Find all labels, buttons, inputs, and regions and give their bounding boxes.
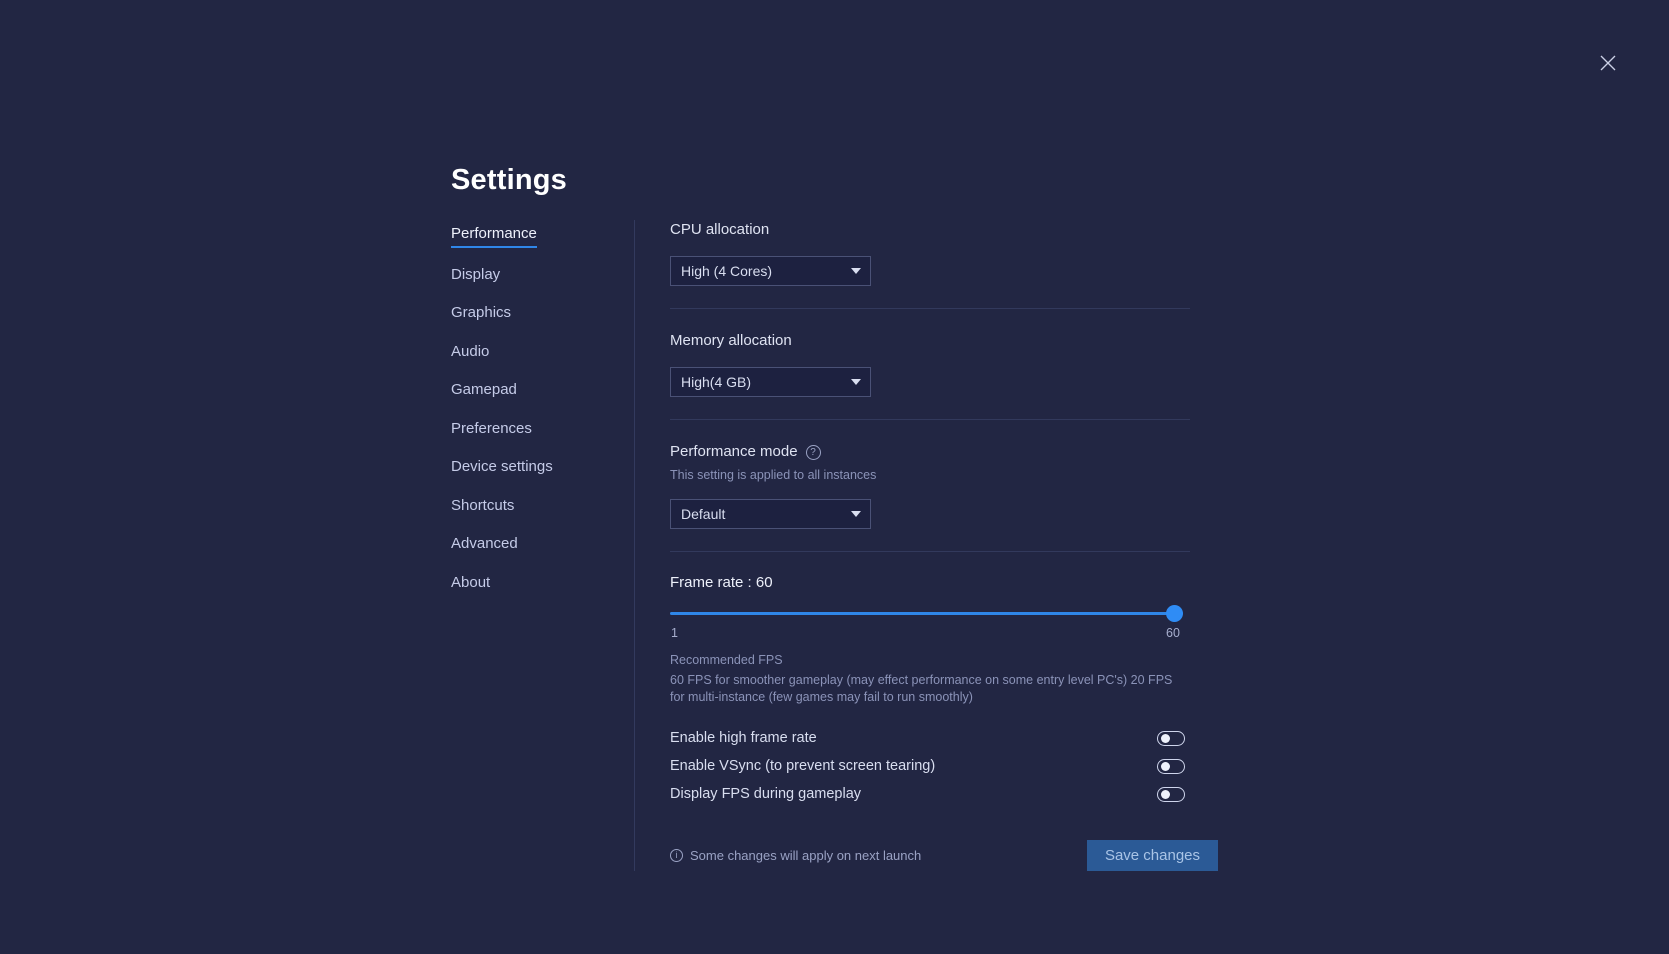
sidebar-item-device-settings[interactable]: Device settings	[451, 457, 553, 479]
sidebar-item-advanced[interactable]: Advanced	[451, 534, 518, 556]
settings-content: CPU allocation High (4 Cores) Memory all…	[635, 220, 1251, 871]
chevron-down-icon	[851, 379, 861, 385]
settings-body: Performance Display Graphics Audio Gamep…	[451, 220, 1251, 871]
memory-allocation-label: Memory allocation	[670, 332, 792, 349]
toggle-row-high-frame-rate: Enable high frame rate	[670, 724, 1185, 752]
cpu-allocation-section: CPU allocation High (4 Cores)	[670, 220, 1251, 286]
frame-rate-slider[interactable]	[670, 605, 1183, 623]
cpu-allocation-value: High (4 Cores)	[681, 263, 773, 279]
sidebar-item-audio[interactable]: Audio	[451, 342, 489, 364]
info-icon: i	[670, 849, 683, 862]
frame-rate-title: Frame rate : 60	[670, 574, 773, 591]
chevron-down-icon	[851, 268, 861, 274]
status-note: i Some changes will apply on next launch	[670, 848, 1087, 863]
frame-rate-section: Frame rate : 60 1 60 Recommended FPS 60 …	[670, 552, 1251, 706]
settings-footer: i Some changes will apply on next launch…	[670, 840, 1218, 871]
memory-allocation-value: High(4 GB)	[681, 374, 752, 390]
cpu-allocation-select[interactable]: High (4 Cores)	[670, 256, 871, 286]
toggle-high-frame-rate[interactable]	[1157, 730, 1185, 746]
performance-mode-note: This setting is applied to all instances	[670, 468, 877, 482]
slider-max-label: 60	[1166, 626, 1180, 640]
page-title: Settings	[451, 164, 567, 196]
question-mark-icon[interactable]: ?	[805, 444, 821, 460]
toggle-knob	[1161, 734, 1170, 743]
toggle-knob	[1161, 790, 1170, 799]
close-icon[interactable]	[1593, 48, 1623, 78]
slider-min-label: 1	[671, 626, 678, 640]
toggle-label: Display FPS during gameplay	[670, 785, 862, 802]
sidebar-item-shortcuts[interactable]: Shortcuts	[451, 496, 514, 518]
performance-mode-section: Performance mode ? This setting is appli…	[670, 420, 1251, 529]
performance-mode-value: Default	[681, 506, 726, 522]
toggle-list: Enable high frame rate Enable VSync (to …	[670, 724, 1251, 808]
sidebar-item-graphics[interactable]: Graphics	[451, 303, 511, 325]
slider-thumb[interactable]	[1166, 605, 1183, 622]
toggle-row-display-fps: Display FPS during gameplay	[670, 780, 1185, 808]
save-changes-button[interactable]: Save changes	[1087, 840, 1218, 871]
toggle-knob	[1161, 762, 1170, 771]
toggle-label: Enable high frame rate	[670, 729, 817, 746]
slider-track	[670, 612, 1183, 615]
memory-allocation-select[interactable]: High(4 GB)	[670, 367, 871, 397]
performance-mode-label: Performance mode	[670, 443, 798, 460]
sidebar-item-about[interactable]: About	[451, 573, 490, 595]
performance-mode-select[interactable]: Default	[670, 499, 871, 529]
sidebar-item-display[interactable]: Display	[451, 265, 500, 287]
settings-window: Settings Performance Display Graphics Au…	[0, 0, 1669, 954]
status-note-text: Some changes will apply on next launch	[690, 848, 922, 863]
toggle-vsync[interactable]	[1157, 758, 1185, 774]
chevron-down-icon	[851, 511, 861, 517]
cpu-allocation-label: CPU allocation	[670, 221, 770, 238]
settings-sidebar: Performance Display Graphics Audio Gamep…	[451, 220, 634, 871]
sidebar-item-performance[interactable]: Performance	[451, 224, 537, 248]
toggle-display-fps[interactable]	[1157, 786, 1185, 802]
sidebar-item-gamepad[interactable]: Gamepad	[451, 380, 517, 402]
toggle-label: Enable VSync (to prevent screen tearing)	[670, 757, 936, 774]
memory-allocation-section: Memory allocation High(4 GB)	[670, 309, 1251, 397]
slider-scale: 1 60	[670, 626, 1183, 644]
recommended-fps-title: Recommended FPS	[670, 653, 783, 667]
sidebar-item-preferences[interactable]: Preferences	[451, 419, 532, 441]
recommended-fps-description: 60 FPS for smoother gameplay (may effect…	[670, 673, 1173, 704]
toggle-row-vsync: Enable VSync (to prevent screen tearing)	[670, 752, 1185, 780]
